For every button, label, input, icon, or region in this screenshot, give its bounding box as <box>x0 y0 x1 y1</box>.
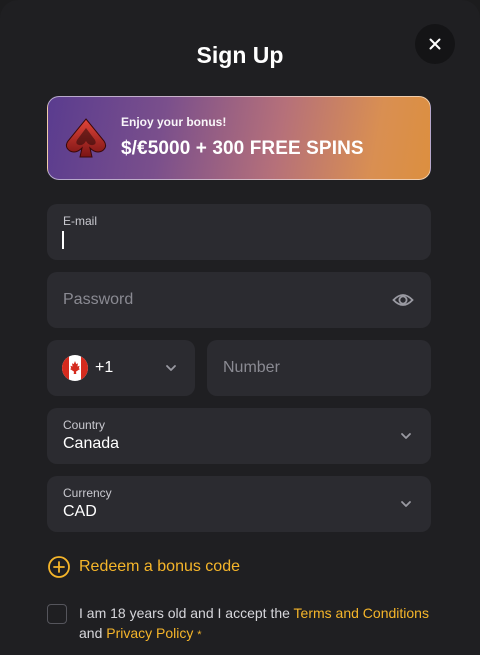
phone-code-value: +1 <box>95 359 114 376</box>
terms-link[interactable]: Terms and Conditions <box>294 605 429 621</box>
consent-checkbox[interactable] <box>47 604 67 624</box>
canada-flag-icon <box>62 355 88 381</box>
password-field[interactable]: Password <box>47 272 431 328</box>
currency-value: CAD <box>63 503 97 520</box>
phone-number-placeholder: Number <box>223 359 280 376</box>
email-field[interactable]: E-mail <box>47 204 431 260</box>
chevron-down-icon <box>401 501 411 507</box>
country-value: Canada <box>63 435 120 452</box>
bonus-banner: Enjoy your bonus! $/€5000 + 300 FREE SPI… <box>47 96 431 180</box>
currency-select[interactable]: Currency CAD <box>47 476 431 532</box>
phone-code-select[interactable]: +1 <box>47 340 195 396</box>
redeem-bonus-code-button[interactable]: Redeem a bonus code <box>47 555 240 579</box>
banner-subtitle: Enjoy your bonus! <box>121 115 227 129</box>
signup-modal: Sign Up Enjoy your bonus! $/€5000 + 300 … <box>0 0 480 655</box>
eye-icon[interactable] <box>392 290 414 310</box>
country-label: Country <box>63 418 106 432</box>
country-select[interactable]: Country Canada <box>47 408 431 464</box>
chevron-down-icon <box>166 365 176 371</box>
plus-circle-icon <box>48 556 70 578</box>
privacy-link[interactable]: Privacy Policy <box>106 625 193 641</box>
currency-label: Currency <box>63 486 112 500</box>
consent-text-and: and <box>79 625 107 641</box>
chevron-down-icon <box>401 433 411 439</box>
consent-text-before: I am 18 years old and I accept the <box>79 605 294 621</box>
banner-headline: $/€5000 + 300 FREE SPINS <box>121 138 364 159</box>
text-caret <box>62 231 64 249</box>
spade-logo-icon <box>65 118 107 158</box>
required-mark: * <box>197 629 202 641</box>
page-title: Sign Up <box>196 42 284 68</box>
phone-number-field[interactable]: Number <box>207 340 431 396</box>
consent-text: I am 18 years old and I accept the Terms… <box>79 603 449 645</box>
email-label: E-mail <box>63 214 98 228</box>
password-placeholder: Password <box>63 291 134 308</box>
redeem-label: Redeem a bonus code <box>79 558 240 575</box>
